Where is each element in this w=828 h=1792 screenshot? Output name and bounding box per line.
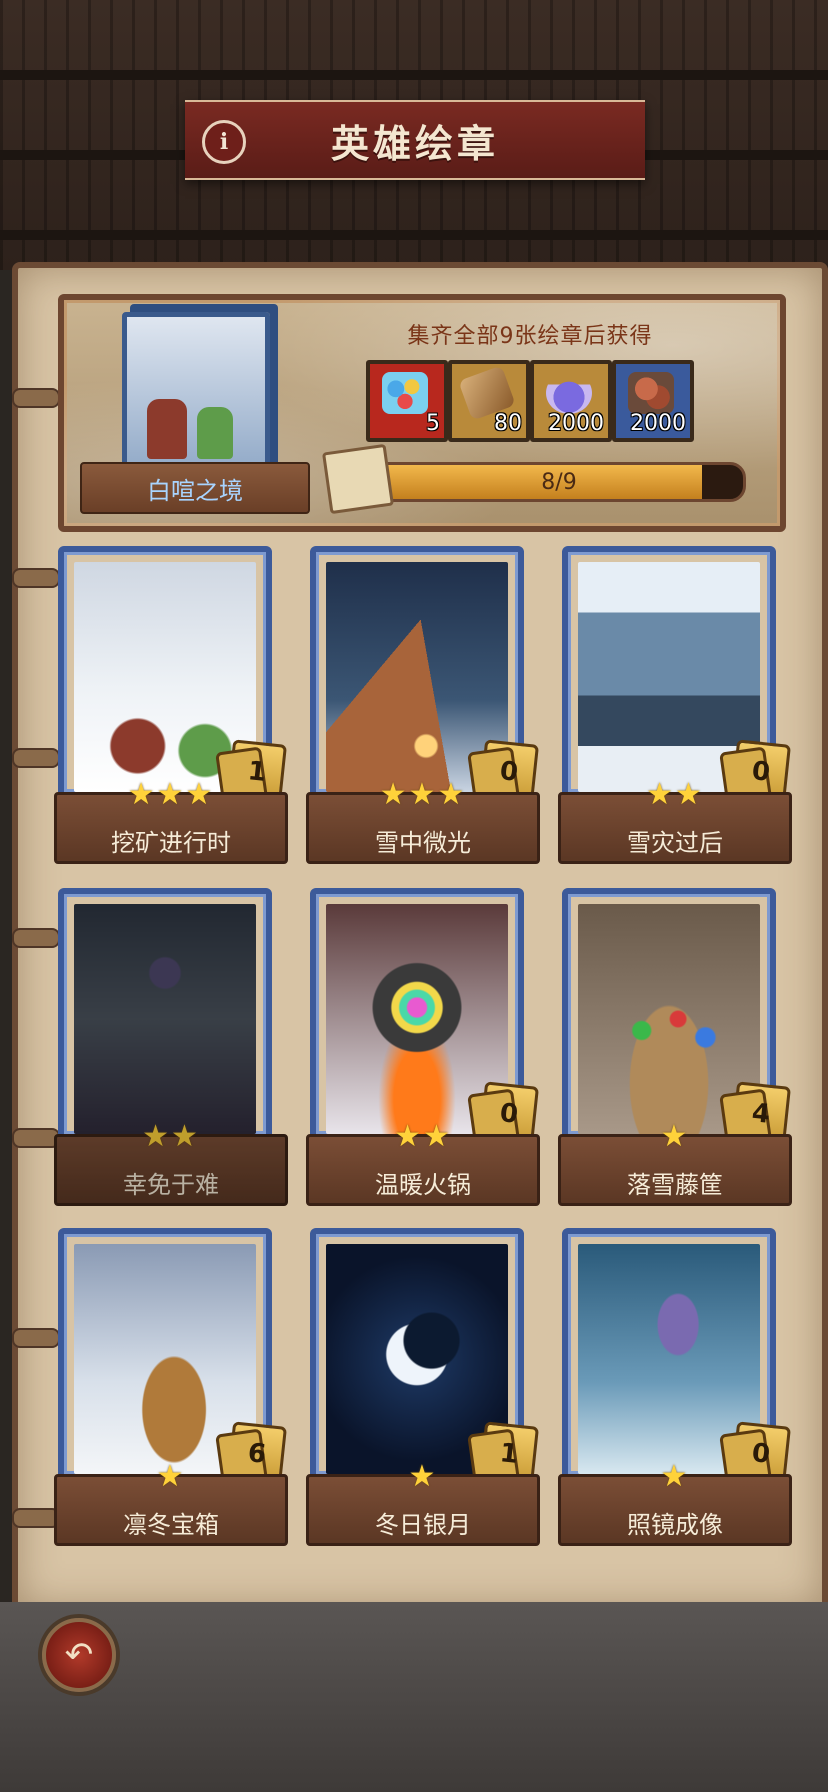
card-name: 雪灾过后 [627, 829, 723, 857]
star-rating: ★★★ [127, 777, 215, 812]
card-name-banner: ★★★ 雪中微光 [306, 777, 540, 864]
set-name-ribbon: 白喧之境 [80, 462, 310, 514]
hero-card[interactable]: 0 ★★ 温暖火锅 [306, 888, 540, 1216]
card-name: 冬日银月 [375, 1511, 471, 1539]
card-art [74, 904, 256, 1134]
card-name-banner: ★★★ 挖矿进行时 [54, 777, 288, 864]
binder-ring [12, 1128, 60, 1148]
reward-potion[interactable]: 2000 [530, 360, 612, 442]
goblin-figure [147, 399, 187, 459]
hero-card[interactable]: 0 ★★★ 雪中微光 [306, 546, 540, 874]
card-name-banner: ★★ 雪灾过后 [558, 777, 792, 864]
star-rating: ★★ [394, 1119, 452, 1154]
shelf [0, 70, 828, 80]
star-rating: ★ [408, 1459, 438, 1494]
reward-ore[interactable]: 2000 [612, 360, 694, 442]
gem-bag-icon [382, 372, 428, 414]
card-name: 温暖火锅 [375, 1171, 471, 1199]
card-frame [58, 888, 272, 1140]
progress-text: 8/9 [541, 469, 577, 495]
set-thumbnail[interactable] [122, 312, 270, 482]
ore-icon [628, 372, 674, 414]
reward-scroll[interactable]: 80 [448, 360, 530, 442]
card-name-banner: ★ 凛冬宝箱 [54, 1459, 288, 1546]
card-name: 落雪藤筐 [627, 1171, 723, 1199]
card-name: 照镜成像 [627, 1511, 723, 1539]
hero-card[interactable]: 4 ★ 落雪藤筐 [558, 888, 792, 1216]
binder-ring [12, 568, 60, 588]
card-name-banner: ★ 照镜成像 [558, 1459, 792, 1546]
card-name: 挖矿进行时 [111, 829, 231, 857]
card-name-banner: ★★ 幸免于难 [54, 1119, 288, 1206]
reward-caption: 集齐全部9张绘章后获得 [407, 324, 653, 349]
binder-ring [12, 388, 60, 408]
card-name: 幸免于难 [123, 1171, 219, 1199]
hero-card[interactable]: 1 ★ 冬日银月 [306, 1228, 540, 1556]
back-button[interactable]: ↶ [42, 1618, 116, 1692]
star-rating: ★★ [142, 1119, 200, 1154]
title-banner: 英雄绘章 [185, 100, 645, 180]
binder-ring [12, 748, 60, 768]
card-name: 雪中微光 [375, 829, 471, 857]
star-rating: ★ [660, 1459, 690, 1494]
card-name: 凛冬宝箱 [123, 1511, 219, 1539]
binder-ring [12, 928, 60, 948]
card-stack-icon [321, 443, 395, 515]
set-name: 白喧之境 [147, 476, 243, 505]
hero-card[interactable]: 1 ★★★ 挖矿进行时 [54, 546, 288, 874]
card-name-banner: ★ 落雪藤筐 [558, 1119, 792, 1206]
card-name-banner: ★★ 温暖火锅 [306, 1119, 540, 1206]
binder-ring [12, 1328, 60, 1348]
shelf [0, 230, 828, 240]
star-rating: ★ [660, 1119, 690, 1154]
goblin-figure [197, 407, 233, 459]
potion-icon [546, 372, 592, 414]
reward-gem-bag[interactable]: 5 [366, 360, 448, 442]
bottom-bar [0, 1602, 828, 1792]
card-name-banner: ★ 冬日银月 [306, 1459, 540, 1546]
page-title: 英雄绘章 [330, 121, 499, 166]
hero-card[interactable]: 6 ★ 凛冬宝箱 [54, 1228, 288, 1556]
info-icon[interactable]: i [202, 120, 246, 164]
hero-card[interactable]: 0 ★★ 雪灾过后 [558, 546, 792, 874]
hero-card[interactable]: 0 ★ 照镜成像 [558, 1228, 792, 1556]
hero-card[interactable]: ★★ 幸免于难 [54, 888, 288, 1216]
binder-ring [12, 1508, 60, 1528]
star-rating: ★★★ [379, 777, 467, 812]
collection-progress-bar: 8/9 [372, 462, 746, 502]
star-rating: ★★ [646, 777, 704, 812]
star-rating: ★ [156, 1459, 186, 1494]
